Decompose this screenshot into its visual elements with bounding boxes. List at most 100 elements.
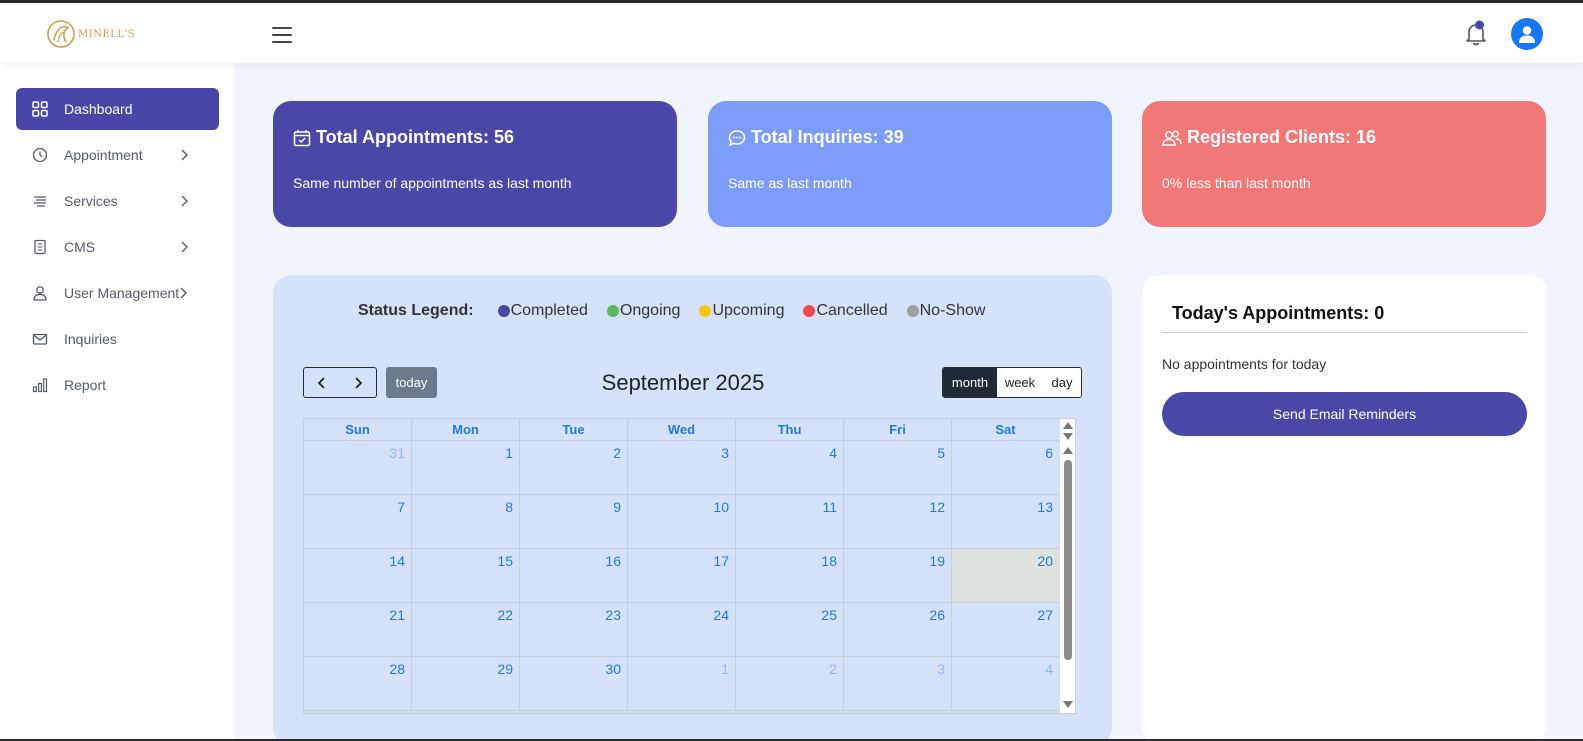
sidebar-item-dashboard[interactable]: Dashboard: [16, 88, 219, 130]
calendar-scrollbar[interactable]: [1059, 419, 1075, 713]
sidebar-item-label: Report: [64, 377, 107, 393]
chevron-right-icon: [181, 149, 188, 161]
calendar-day-cell[interactable]: 2: [520, 441, 628, 494]
calendar-day-cell[interactable]: 23: [520, 603, 628, 656]
day-number[interactable]: 20: [1037, 553, 1053, 569]
calendar-day-cell[interactable]: 24: [628, 603, 736, 656]
day-number[interactable]: 2: [613, 445, 621, 461]
sidebar-item-inquiries[interactable]: Inquiries: [16, 318, 219, 360]
calendar-day-cell[interactable]: 4: [952, 657, 1060, 710]
user-avatar-button[interactable]: [1511, 18, 1543, 50]
calendar-day-cell[interactable]: 2: [736, 657, 844, 710]
day-number[interactable]: 4: [1045, 661, 1053, 677]
month-view-button[interactable]: month: [943, 368, 997, 397]
calendar-day-cell[interactable]: 27: [952, 603, 1060, 656]
sidebar-item-user-management[interactable]: User Management: [16, 272, 219, 314]
day-number[interactable]: 4: [829, 445, 837, 461]
day-number[interactable]: 27: [1037, 607, 1053, 623]
day-number[interactable]: 8: [505, 499, 513, 515]
day-number[interactable]: 12: [929, 499, 945, 515]
calendar-day-cell[interactable]: 3: [844, 657, 952, 710]
next-month-button[interactable]: [340, 368, 376, 397]
day-number[interactable]: 3: [721, 445, 729, 461]
calendar-day-cell[interactable]: 9: [520, 495, 628, 548]
scrollbar-thumb[interactable]: [1064, 460, 1072, 660]
calendar-day-cell[interactable]: 17: [628, 549, 736, 602]
day-number[interactable]: 23: [605, 607, 621, 623]
sidebar-item-cms[interactable]: CMS: [16, 226, 219, 268]
sidebar-item-services[interactable]: Services: [16, 180, 219, 222]
top-header: MINELL'S: [0, 3, 1583, 63]
calendar-day-cell[interactable]: 1: [628, 657, 736, 710]
day-number[interactable]: 9: [613, 499, 621, 515]
day-number[interactable]: 11: [822, 499, 837, 515]
sidebar-item-report[interactable]: Report: [16, 364, 219, 406]
calendar-day-cell[interactable]: 21: [304, 603, 412, 656]
calendar-day-cell[interactable]: 5: [844, 441, 952, 494]
send-email-reminders-button[interactable]: Send Email Reminders: [1162, 392, 1527, 436]
day-number[interactable]: 22: [497, 607, 513, 623]
calendar-day-cell[interactable]: 12: [844, 495, 952, 548]
day-number[interactable]: 15: [497, 553, 513, 569]
scroll-down-arrow-icon[interactable]: [1063, 433, 1073, 440]
todays-appointments-panel: Today's Appointments: 0 No appointments …: [1142, 275, 1547, 741]
day-number[interactable]: 17: [713, 553, 729, 569]
calendar-day-cell[interactable]: 13: [952, 495, 1060, 548]
menu-toggle-button[interactable]: [272, 27, 292, 43]
calendar-day-cell-today[interactable]: 20: [952, 549, 1060, 602]
calendar-day-cell[interactable]: 4: [736, 441, 844, 494]
calendar-day-cell[interactable]: 31: [304, 441, 412, 494]
day-number[interactable]: 1: [505, 445, 513, 461]
day-number[interactable]: 14: [389, 553, 405, 569]
legend-item-ongoing: Ongoing: [606, 302, 680, 320]
calendar-day-cell[interactable]: 1: [412, 441, 520, 494]
calendar-day-cell[interactable]: 25: [736, 603, 844, 656]
day-number[interactable]: 1: [721, 661, 729, 677]
calendar-day-cell[interactable]: 8: [412, 495, 520, 548]
day-number[interactable]: 30: [605, 661, 621, 677]
calendar-day-cell[interactable]: 6: [952, 441, 1060, 494]
day-number[interactable]: 29: [497, 661, 513, 677]
day-number[interactable]: 6: [1045, 445, 1053, 461]
brand-logo[interactable]: MINELL'S: [46, 15, 136, 53]
day-number[interactable]: 31: [389, 445, 405, 461]
calendar-day-cell[interactable]: 14: [304, 549, 412, 602]
calendar-day-cell[interactable]: 15: [412, 549, 520, 602]
scroll-down-arrow-icon[interactable]: [1063, 701, 1073, 708]
day-number[interactable]: 5: [937, 445, 945, 461]
day-number[interactable]: 24: [713, 607, 729, 623]
today-button[interactable]: today: [386, 367, 437, 398]
day-number[interactable]: 16: [605, 553, 621, 569]
calendar-day-cell[interactable]: 29: [412, 657, 520, 710]
calendar-day-cell[interactable]: 22: [412, 603, 520, 656]
calendar-day-cell[interactable]: 10: [628, 495, 736, 548]
day-number[interactable]: 7: [397, 499, 405, 515]
day-number[interactable]: 19: [929, 553, 945, 569]
calendar-title: September 2025: [601, 370, 765, 395]
scroll-up-arrow-icon[interactable]: [1063, 447, 1073, 454]
calendar-day-cell[interactable]: 11: [736, 495, 844, 548]
day-view-button[interactable]: day: [1043, 368, 1081, 397]
notification-button[interactable]: [1464, 20, 1488, 48]
day-number[interactable]: 25: [821, 607, 837, 623]
day-number[interactable]: 3: [937, 661, 945, 677]
calendar-day-cell[interactable]: 19: [844, 549, 952, 602]
day-number[interactable]: 21: [389, 607, 405, 623]
day-number[interactable]: 28: [389, 661, 405, 677]
day-number[interactable]: 2: [829, 661, 837, 677]
week-view-button[interactable]: week: [997, 368, 1043, 397]
calendar-day-cell[interactable]: 26: [844, 603, 952, 656]
calendar-day-cell[interactable]: 18: [736, 549, 844, 602]
prev-month-button[interactable]: [304, 368, 340, 397]
calendar-day-cell[interactable]: 7: [304, 495, 412, 548]
day-number[interactable]: 10: [713, 499, 729, 515]
day-number[interactable]: 13: [1037, 499, 1053, 515]
calendar-day-cell[interactable]: 28: [304, 657, 412, 710]
day-number[interactable]: 26: [929, 607, 945, 623]
calendar-day-cell[interactable]: 16: [520, 549, 628, 602]
calendar-day-cell[interactable]: 3: [628, 441, 736, 494]
scroll-up-arrow-icon[interactable]: [1063, 422, 1073, 429]
calendar-day-cell[interactable]: 30: [520, 657, 628, 710]
sidebar-item-appointment[interactable]: Appointment: [16, 134, 219, 176]
day-number[interactable]: 18: [821, 553, 837, 569]
